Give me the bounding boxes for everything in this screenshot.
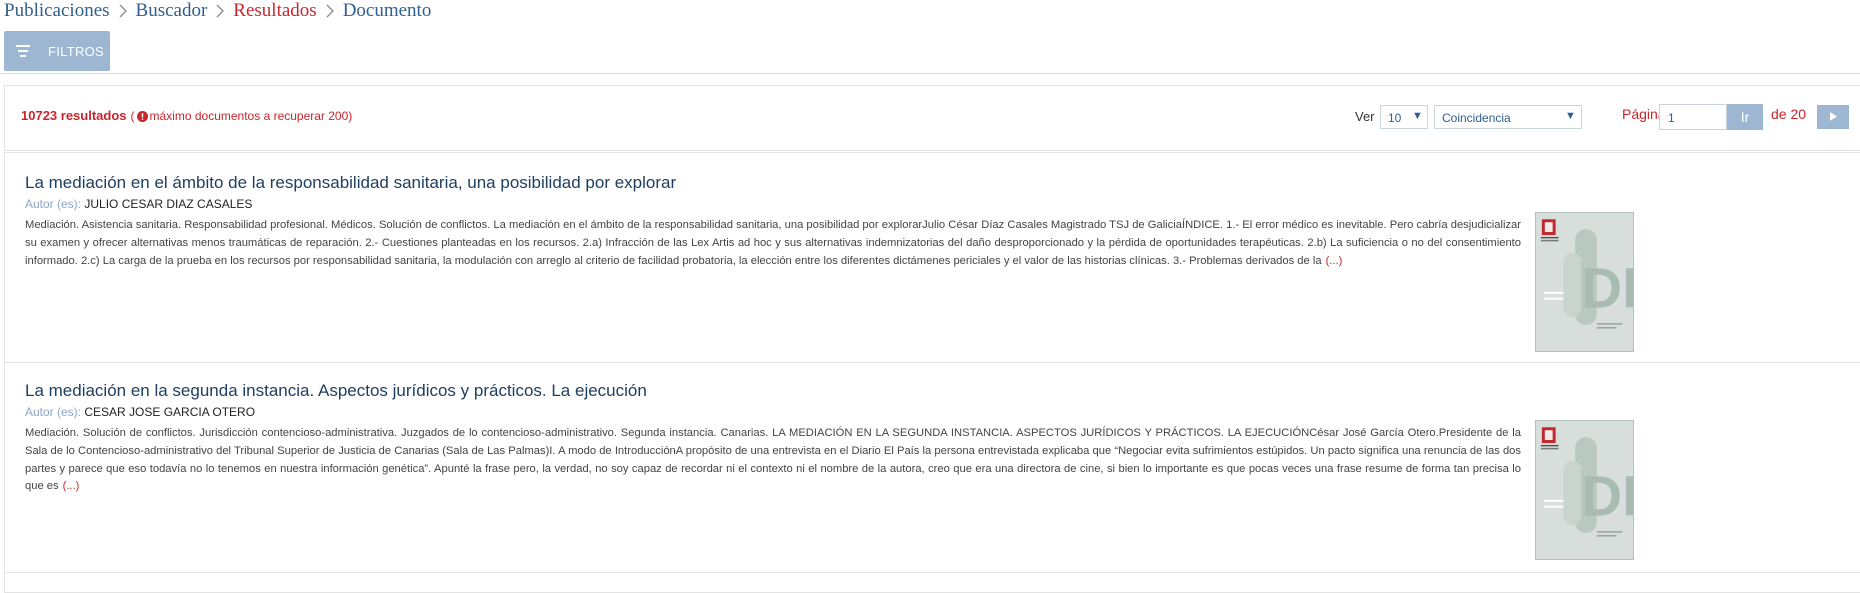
results-toolbar: 10723 resultados ( máximo documentos a r… bbox=[4, 85, 1860, 151]
result-title[interactable]: La mediación en la segunda instancia. As… bbox=[25, 381, 647, 401]
order-value: Coincidencia bbox=[1442, 111, 1511, 125]
filters-label: FILTROS bbox=[48, 43, 105, 59]
breadcrumb-resultados: Resultados bbox=[233, 0, 317, 21]
chevron-right-icon bbox=[110, 1, 136, 21]
max-documents-note: máximo documentos a recuperar 200) bbox=[149, 108, 353, 123]
filters-button[interactable]: FILTROS bbox=[4, 31, 110, 71]
filter-icon bbox=[16, 44, 36, 58]
svg-text:DF: DF bbox=[1581, 465, 1633, 528]
document-cover-icon[interactable]: DF bbox=[1535, 420, 1657, 560]
divider bbox=[0, 73, 1860, 74]
abstract-text: Mediación. Asistencia sanitaria. Respons… bbox=[25, 219, 1521, 267]
next-page-button[interactable] bbox=[1817, 105, 1849, 129]
abstract-text: Mediación. Solución de conflictos. Juris… bbox=[25, 427, 1521, 493]
breadcrumb: Publicaciones Buscador Resultados Docume… bbox=[4, 0, 431, 22]
open-paren: ( bbox=[130, 108, 135, 123]
caret-down-icon: ▼ bbox=[1565, 110, 1576, 122]
result-item bbox=[4, 573, 1860, 593]
result-title[interactable]: La mediación en el ámbito de la responsa… bbox=[25, 173, 676, 193]
author-name: JULIO CESAR DIAZ CASALES bbox=[84, 197, 253, 211]
author-name: CESAR JOSE GARCIA OTERO bbox=[84, 405, 256, 419]
per-page-value: 10 bbox=[1388, 111, 1402, 125]
breadcrumb-publicaciones[interactable]: Publicaciones bbox=[4, 0, 110, 22]
result-abstract: Mediación. Asistencia sanitaria. Respons… bbox=[25, 217, 1521, 270]
result-author: Autor (es): JULIO CESAR DIAZ CASALES bbox=[25, 197, 252, 211]
svg-text:DF: DF bbox=[1581, 257, 1633, 320]
total-pages: de 20 bbox=[1771, 106, 1807, 122]
ver-label: Ver bbox=[1355, 109, 1375, 124]
author-label: Autor (es): bbox=[25, 197, 82, 211]
results-count: 10723 resultados ( máximo documentos a r… bbox=[21, 108, 352, 123]
read-more-link[interactable]: (...) bbox=[63, 480, 80, 492]
read-more-link[interactable]: (...) bbox=[1326, 255, 1343, 267]
per-page-select[interactable]: 10 ▼ bbox=[1380, 105, 1428, 129]
arrow-right-icon bbox=[1829, 108, 1837, 126]
result-author: Autor (es): CESAR JOSE GARCIA OTERO bbox=[25, 405, 255, 419]
warning-icon bbox=[136, 110, 148, 122]
go-button[interactable]: Ir bbox=[1727, 104, 1763, 130]
breadcrumb-buscador[interactable]: Buscador bbox=[136, 0, 208, 22]
document-cover-icon[interactable]: DF bbox=[1535, 212, 1657, 352]
author-label: Autor (es): bbox=[25, 405, 82, 419]
breadcrumb-documento[interactable]: Documento bbox=[343, 0, 432, 22]
results-count-text: 10723 resultados bbox=[21, 108, 127, 123]
chevron-right-icon bbox=[207, 1, 233, 21]
order-select[interactable]: Coincidencia ▼ bbox=[1434, 105, 1582, 129]
result-item: La mediación en la segunda instancia. As… bbox=[4, 363, 1860, 573]
caret-down-icon: ▼ bbox=[1412, 110, 1423, 122]
result-abstract: Mediación. Solución de conflictos. Juris… bbox=[25, 425, 1521, 496]
result-item: La mediación en el ámbito de la responsa… bbox=[4, 153, 1860, 363]
chevron-right-icon bbox=[317, 1, 343, 21]
page-number-input[interactable]: 1 bbox=[1659, 104, 1727, 130]
